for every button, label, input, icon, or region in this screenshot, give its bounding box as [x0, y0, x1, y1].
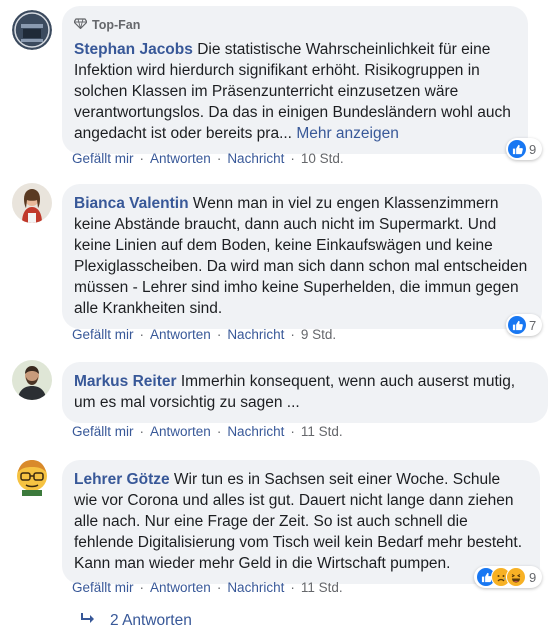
- reply-button[interactable]: Antworten: [150, 424, 211, 439]
- top-fan-badge: Top-Fan: [73, 15, 514, 36]
- avatar[interactable]: [12, 360, 52, 400]
- message-button[interactable]: Nachricht: [227, 424, 284, 439]
- reply-button[interactable]: Antworten: [150, 327, 211, 342]
- avatar[interactable]: [12, 456, 52, 496]
- reaction-summary[interactable]: 9: [506, 138, 543, 160]
- reaction-count: 9: [529, 569, 537, 585]
- like-icon: [508, 316, 526, 334]
- comment-actions: Gefällt mir · Antworten · Nachricht · 10…: [72, 151, 344, 166]
- comment-actions: Gefällt mir · Antworten · Nachricht · 9 …: [72, 327, 336, 342]
- separator: ·: [290, 580, 295, 595]
- reply-button[interactable]: Antworten: [150, 580, 211, 595]
- like-button[interactable]: Gefällt mir: [72, 580, 134, 595]
- reply-button[interactable]: Antworten: [150, 151, 211, 166]
- reply-arrow-icon: [80, 612, 96, 630]
- reaction-count: 9: [529, 141, 537, 157]
- separator: ·: [139, 424, 145, 439]
- timestamp[interactable]: 10 Std.: [301, 151, 344, 166]
- separator: ·: [139, 151, 145, 166]
- more-link[interactable]: Mehr anzeigen: [296, 125, 399, 142]
- comment-bubble: Top-Fan Stephan Jacobs Die statistische …: [62, 6, 528, 154]
- avatar[interactable]: [12, 10, 52, 50]
- comment-bubble: Bianca Valentin Wenn man in viel zu enge…: [62, 184, 542, 329]
- badge-label: Top-Fan: [92, 18, 141, 32]
- haha-icon: [506, 567, 526, 587]
- message-button[interactable]: Nachricht: [227, 151, 284, 166]
- like-button[interactable]: Gefällt mir: [72, 327, 134, 342]
- reaction-icons: [476, 567, 526, 587]
- separator: ·: [139, 327, 145, 342]
- comment-actions: Gefällt mir · Antworten · Nachricht · 11…: [72, 580, 343, 595]
- separator: ·: [290, 424, 295, 439]
- message-button[interactable]: Nachricht: [227, 580, 284, 595]
- reaction-summary[interactable]: 9: [474, 566, 543, 588]
- comment-bubble: Markus Reiter Immerhin konsequent, wenn …: [62, 362, 548, 423]
- view-replies-link[interactable]: 2 Antworten: [80, 612, 192, 630]
- message-button[interactable]: Nachricht: [227, 327, 284, 342]
- separator: ·: [216, 151, 222, 166]
- timestamp[interactable]: 9 Std.: [301, 327, 336, 342]
- comment-author[interactable]: Bianca Valentin: [74, 195, 189, 212]
- comment-text: Wenn man in viel zu engen Klassenzimmern…: [74, 195, 528, 317]
- separator: ·: [216, 327, 222, 342]
- comment-author[interactable]: Markus Reiter: [74, 373, 177, 390]
- separator: ·: [290, 151, 295, 166]
- separator: ·: [216, 580, 222, 595]
- comment-author[interactable]: Lehrer Götze: [74, 471, 170, 488]
- separator: ·: [216, 424, 222, 439]
- replies-count: 2 Antworten: [110, 612, 192, 629]
- diamond-icon: [73, 15, 88, 36]
- timestamp[interactable]: 11 Std.: [301, 580, 343, 595]
- avatar[interactable]: [12, 183, 52, 223]
- like-button[interactable]: Gefällt mir: [72, 151, 134, 166]
- comment-bubble: Lehrer Götze Wir tun es in Sachsen seit …: [62, 460, 540, 584]
- reaction-count: 7: [529, 317, 537, 333]
- separator: ·: [290, 327, 295, 342]
- like-icon: [508, 140, 526, 158]
- comment-actions: Gefällt mir · Antworten · Nachricht · 11…: [72, 424, 343, 439]
- timestamp[interactable]: 11 Std.: [301, 424, 343, 439]
- like-button[interactable]: Gefällt mir: [72, 424, 134, 439]
- reaction-summary[interactable]: 7: [506, 314, 543, 336]
- separator: ·: [139, 580, 145, 595]
- comment-author[interactable]: Stephan Jacobs: [74, 41, 193, 58]
